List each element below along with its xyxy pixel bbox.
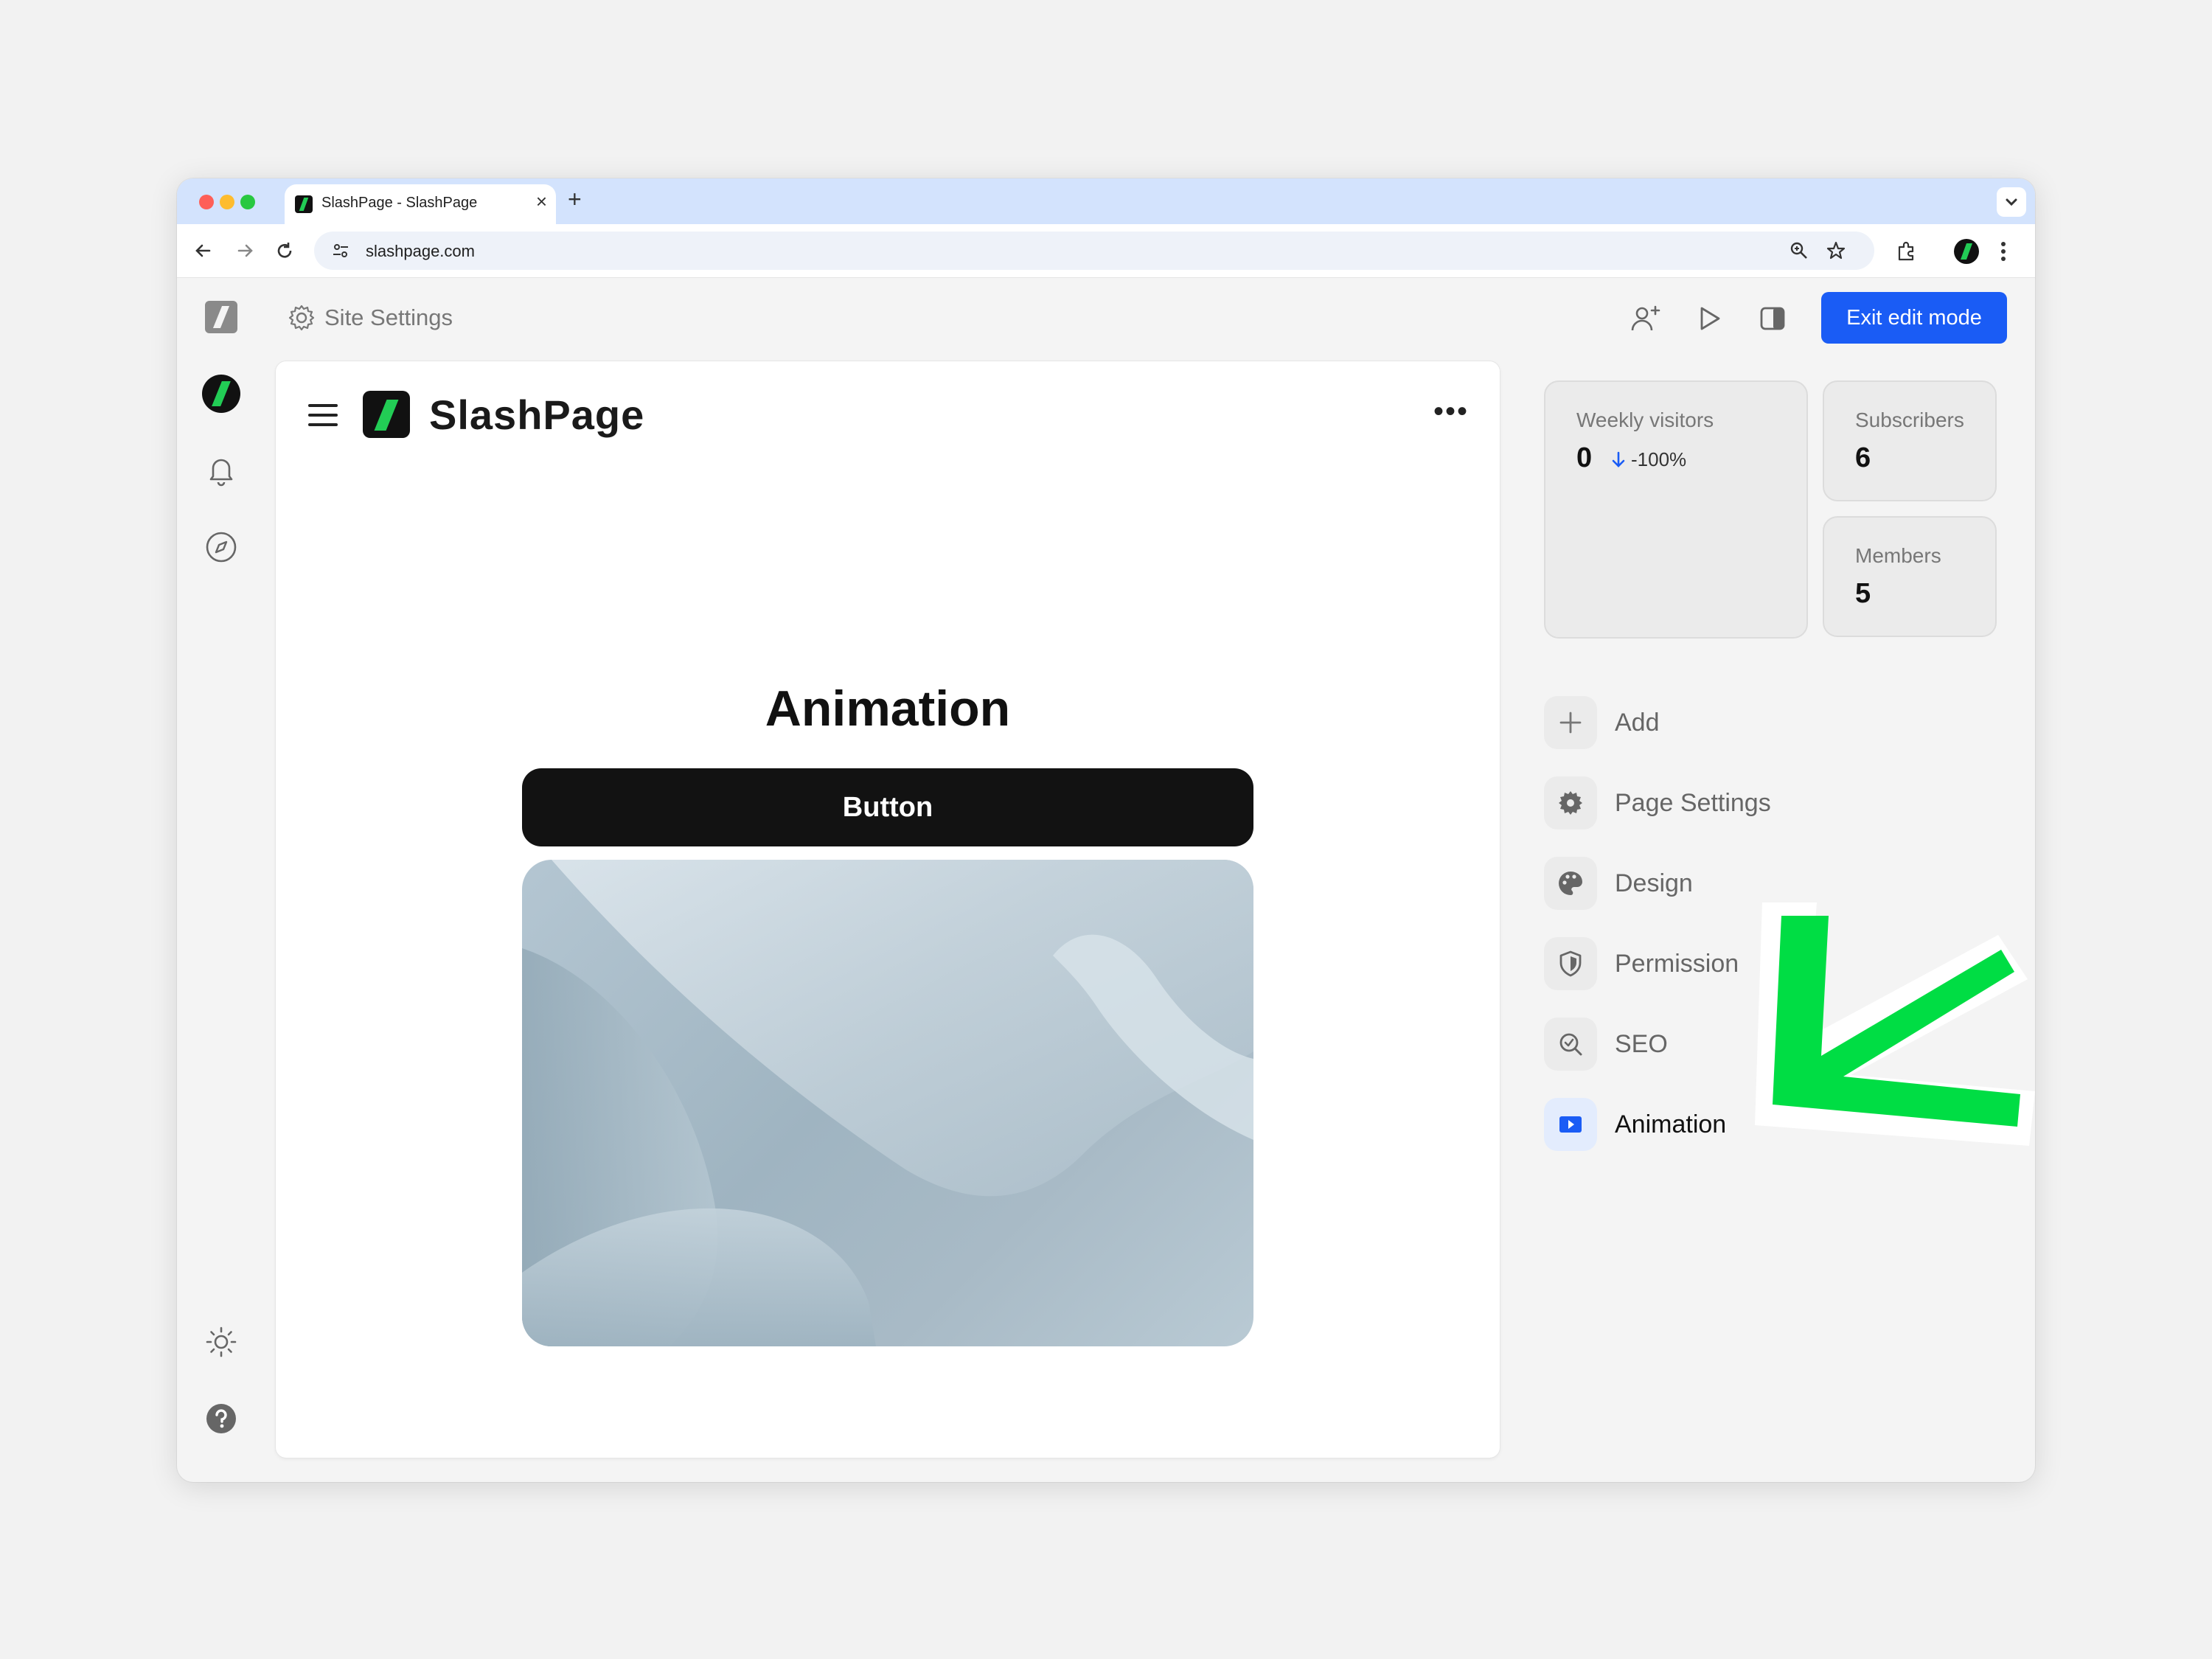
workspace-avatar[interactable] xyxy=(202,375,240,413)
more-options-icon[interactable]: ••• xyxy=(1433,397,1469,426)
slashpage-favicon-icon xyxy=(295,195,313,213)
tab-strip: SlashPage - SlashPage × + xyxy=(177,178,2035,224)
chevron-down-icon xyxy=(2006,198,2017,206)
hero-image[interactable] xyxy=(522,860,1253,1346)
site-settings-label: Site Settings xyxy=(324,305,453,330)
new-tab-button[interactable]: + xyxy=(568,187,582,211)
palette-icon xyxy=(1559,872,1582,895)
menu-item-seo[interactable]: SEO xyxy=(1544,1018,1668,1071)
page-canvas: SlashPage ••• Animation Button xyxy=(276,361,1500,1458)
tab-title: SlashPage - SlashPage xyxy=(321,195,478,211)
url-text: slashpage.com xyxy=(366,242,475,260)
reload-icon xyxy=(277,243,292,258)
browser-toolbar: slashpage.com xyxy=(177,224,2035,278)
play-outline-icon xyxy=(1700,307,1720,330)
site-info-icon[interactable] xyxy=(330,240,351,261)
menu-item-label: Design xyxy=(1615,869,1693,897)
menu-item-label: Animation xyxy=(1615,1110,1727,1138)
menu-item-animation[interactable]: Animation xyxy=(1544,1098,1726,1151)
brand-name: SlashPage xyxy=(429,392,645,438)
toggle-panel-button[interactable] xyxy=(1755,301,1790,336)
weekly-visitors-trend: -100% xyxy=(1610,448,1686,471)
reload-button[interactable] xyxy=(271,237,298,264)
subscribers-value: 6 xyxy=(1855,442,1871,473)
menu-item-permission[interactable]: Permission xyxy=(1544,937,1739,990)
gear-icon xyxy=(288,305,315,331)
theme-toggle-button[interactable] xyxy=(202,1323,240,1361)
address-bar[interactable]: slashpage.com xyxy=(314,232,1874,270)
members-label: Members xyxy=(1855,544,1941,567)
play-icon xyxy=(1559,1116,1582,1133)
notifications-button[interactable] xyxy=(202,451,240,490)
tab-search-button[interactable] xyxy=(1997,187,2026,217)
slashpage-home-button[interactable] xyxy=(202,298,240,336)
star-icon[interactable] xyxy=(1826,240,1846,261)
forward-button[interactable] xyxy=(232,237,258,264)
menu-item-label: Page Settings xyxy=(1615,788,1771,817)
gear-icon xyxy=(1559,791,1582,815)
weekly-visitors-value: 0 xyxy=(1576,442,1593,473)
tab-close-button[interactable]: × xyxy=(536,192,547,211)
annotation-arrow-icon xyxy=(1755,902,2035,1146)
menu-item-label: SEO xyxy=(1615,1029,1668,1058)
menu-item-page-settings[interactable]: Page Settings xyxy=(1544,776,1771,830)
user-plus-icon xyxy=(1631,305,1660,331)
help-button[interactable] xyxy=(202,1399,240,1438)
close-window-button[interactable] xyxy=(199,195,214,209)
browser-tab[interactable]: SlashPage - SlashPage × xyxy=(285,184,556,224)
menu-item-label: Add xyxy=(1615,708,1660,737)
weekly-visitors-card[interactable]: Weekly visitors 0 -100% xyxy=(1544,380,1808,639)
minimize-window-button[interactable] xyxy=(220,195,234,209)
abstract-wave-image xyxy=(522,860,1253,1346)
arrow-down-icon xyxy=(1612,451,1625,467)
subscribers-label: Subscribers xyxy=(1855,408,1964,431)
help-icon xyxy=(206,1404,236,1433)
search-check-icon xyxy=(1559,1033,1582,1056)
arrow-right-icon xyxy=(237,244,253,257)
sun-icon xyxy=(206,1326,237,1357)
slashpage-brand-logo xyxy=(363,391,410,438)
menu-item-design[interactable]: Design xyxy=(1544,857,1693,910)
slashpage-logo-icon xyxy=(205,301,237,333)
weekly-visitors-trend-value: -100% xyxy=(1631,448,1687,470)
extensions-icon[interactable] xyxy=(1895,240,1917,262)
back-button[interactable] xyxy=(190,237,217,264)
subscribers-card[interactable]: Subscribers 6 xyxy=(1823,380,1997,501)
explore-button[interactable] xyxy=(202,528,240,566)
profile-avatar[interactable] xyxy=(1954,239,1979,264)
hamburger-menu-icon[interactable] xyxy=(308,403,339,428)
browser-menu-icon[interactable] xyxy=(1998,239,2008,264)
plus-icon xyxy=(1559,712,1582,734)
sidebar-panel-icon xyxy=(1760,307,1785,330)
arrow-left-icon xyxy=(195,244,211,257)
bell-icon xyxy=(209,459,233,487)
slashpage-editor: Site Settings Exit edit mode SlashPage •… xyxy=(177,277,2035,1482)
zoom-icon[interactable] xyxy=(1789,240,1809,261)
preview-button[interactable] xyxy=(1691,301,1727,336)
maximize-window-button[interactable] xyxy=(240,195,255,209)
shield-icon xyxy=(1559,950,1582,977)
page-heading[interactable]: Animation xyxy=(276,680,1500,737)
browser-window: SlashPage - SlashPage × + slashpage.com xyxy=(177,178,2035,1482)
site-settings-button[interactable]: Site Settings xyxy=(288,302,453,333)
slashpage-avatar-icon xyxy=(202,375,240,413)
members-value: 5 xyxy=(1855,578,1871,609)
menu-item-add[interactable]: Add xyxy=(1544,696,1660,749)
menu-item-label: Permission xyxy=(1615,949,1739,978)
members-card[interactable]: Members 5 xyxy=(1823,516,1997,637)
exit-edit-mode-button[interactable]: Exit edit mode xyxy=(1821,292,2007,344)
page-button-block[interactable]: Button xyxy=(522,768,1253,846)
weekly-visitors-label: Weekly visitors xyxy=(1576,408,1714,431)
invite-member-button[interactable] xyxy=(1628,301,1663,336)
compass-icon xyxy=(206,532,237,563)
